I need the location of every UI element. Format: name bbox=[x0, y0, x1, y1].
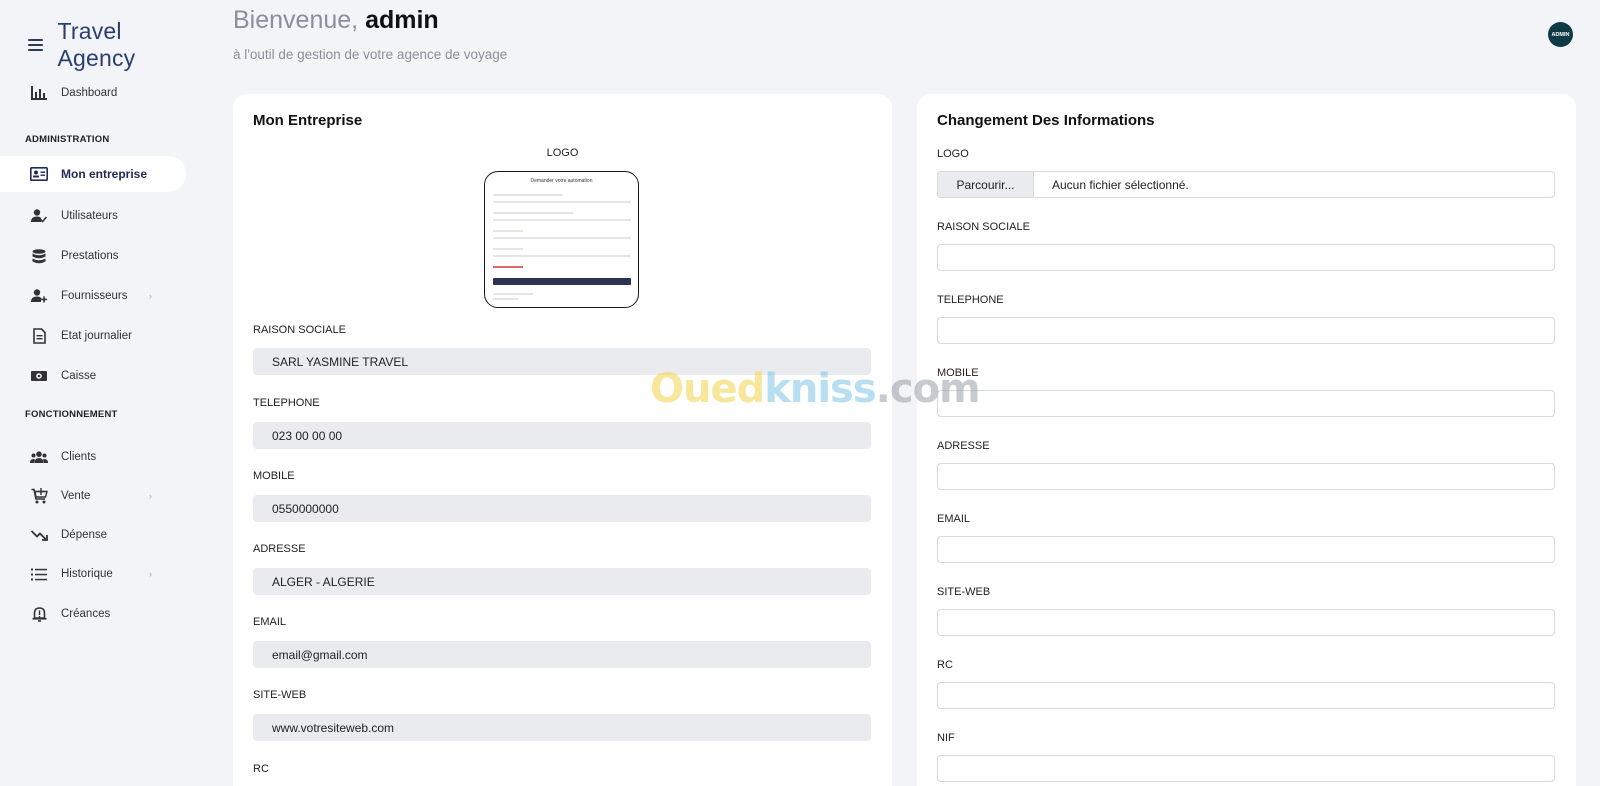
users-icon bbox=[30, 448, 48, 466]
mobile-value: 0550000000 bbox=[253, 495, 871, 522]
brand: Travel Agency bbox=[28, 18, 200, 72]
sidebar-item-label: Dashboard bbox=[61, 87, 118, 99]
watermark: Ouedkniss.com bbox=[650, 366, 981, 412]
sidebar: Travel Agency Dashboard ADMINISTRATION M… bbox=[0, 0, 200, 786]
alert-bell-icon bbox=[30, 605, 48, 623]
sidebar-item-label: Utilisateurs bbox=[61, 210, 118, 222]
company-info-card: Mon Entreprise LOGO Demander votre autom… bbox=[233, 94, 892, 786]
sidebar-item-vente[interactable]: Vente › bbox=[0, 478, 186, 514]
email-input[interactable] bbox=[937, 536, 1555, 563]
welcome-user: admin bbox=[365, 6, 439, 34]
telephone-value: 023 00 00 00 bbox=[253, 422, 871, 449]
field-label-telephone: TELEPHONE bbox=[253, 397, 320, 409]
cash-icon bbox=[30, 367, 48, 385]
rc-input[interactable] bbox=[937, 682, 1555, 709]
sidebar-item-utilisateurs[interactable]: Utilisateurs bbox=[0, 198, 186, 234]
site-web-input[interactable] bbox=[937, 609, 1555, 636]
field-label-logo: LOGO bbox=[937, 148, 969, 160]
sidebar-item-label: Dépense bbox=[61, 529, 108, 541]
file-status: Aucun fichier sélectionné. bbox=[1052, 177, 1189, 192]
trend-down-icon bbox=[30, 526, 48, 544]
logo-label: LOGO bbox=[546, 147, 579, 159]
field-label-email: EMAIL bbox=[253, 616, 287, 628]
chevron-right-icon: › bbox=[149, 491, 152, 501]
section-label-fonctionnement: FONCTIONNEMENT bbox=[25, 409, 118, 420]
document-icon bbox=[30, 327, 48, 345]
sidebar-item-dashboard[interactable]: Dashboard bbox=[0, 75, 186, 111]
email-value: email@gmail.com bbox=[253, 641, 871, 668]
sidebar-item-label: Caisse bbox=[61, 370, 97, 382]
edit-info-card: Changement Des Informations LOGO Parcour… bbox=[917, 94, 1576, 786]
raison-sociale-input[interactable] bbox=[937, 244, 1555, 271]
sidebar-item-creances[interactable]: Créances bbox=[0, 596, 186, 632]
chevron-right-icon: › bbox=[149, 291, 152, 301]
adresse-input[interactable] bbox=[937, 463, 1555, 490]
avatar[interactable]: ADMIN bbox=[1548, 22, 1573, 47]
welcome-heading: Bienvenue, admin bbox=[233, 6, 439, 35]
welcome-prefix: Bienvenue, bbox=[233, 6, 359, 34]
logo-preview-title: Demander votre automation bbox=[530, 178, 593, 184]
field-label-site-web: SITE-WEB bbox=[937, 586, 991, 598]
list-icon bbox=[30, 565, 48, 583]
user-plus-icon bbox=[30, 287, 48, 305]
hamburger-menu-icon[interactable] bbox=[28, 39, 44, 51]
sidebar-item-etat-journalier[interactable]: Etat journalier bbox=[0, 318, 186, 354]
sidebar-item-label: Clients bbox=[61, 451, 97, 463]
field-label-rc: RC bbox=[937, 659, 953, 671]
id-card-icon bbox=[30, 165, 48, 183]
sidebar-item-historique[interactable]: Historique › bbox=[0, 556, 186, 592]
database-icon bbox=[30, 247, 48, 265]
bar-chart-icon bbox=[30, 84, 48, 102]
field-label-nif: NIF bbox=[937, 732, 955, 744]
field-label-adresse: ADRESSE bbox=[937, 440, 990, 452]
field-label-site-web: SITE-WEB bbox=[253, 689, 307, 701]
telephone-input[interactable] bbox=[937, 317, 1555, 344]
logo-preview-image: Demander votre automation bbox=[484, 171, 639, 308]
field-label-mobile: MOBILE bbox=[253, 470, 295, 482]
field-label-raison-sociale: RAISON SOCIALE bbox=[253, 324, 346, 336]
sidebar-item-depense[interactable]: Dépense bbox=[0, 517, 186, 553]
sidebar-item-label: Mon entreprise bbox=[61, 167, 148, 181]
chevron-right-icon: › bbox=[149, 569, 152, 579]
sidebar-item-fournisseurs[interactable]: Fournisseurs › bbox=[0, 278, 186, 314]
nif-input[interactable] bbox=[937, 755, 1555, 782]
sidebar-item-label: Prestations bbox=[61, 250, 119, 262]
field-label-telephone: TELEPHONE bbox=[937, 294, 1004, 306]
user-check-icon bbox=[30, 207, 48, 225]
mobile-input[interactable] bbox=[937, 390, 1555, 417]
card-title: Changement Des Informations bbox=[937, 112, 1155, 129]
page-subtitle: à l'outil de gestion de votre agence de … bbox=[233, 47, 508, 62]
sidebar-item-prestations[interactable]: Prestations bbox=[0, 238, 186, 274]
sidebar-item-label: Etat journalier bbox=[61, 330, 132, 342]
cart-icon bbox=[30, 487, 48, 505]
browse-button[interactable]: Parcourir... bbox=[938, 172, 1034, 197]
sidebar-item-label: Fournisseurs bbox=[61, 290, 128, 302]
sidebar-item-label: Créances bbox=[61, 608, 111, 620]
section-label-administration: ADMINISTRATION bbox=[25, 134, 110, 145]
sidebar-item-label: Vente bbox=[61, 490, 91, 502]
sidebar-item-mon-entreprise[interactable]: Mon entreprise bbox=[0, 156, 186, 192]
adresse-value: ALGER - ALGERIE bbox=[253, 568, 871, 595]
card-title: Mon Entreprise bbox=[253, 112, 363, 129]
sidebar-item-caisse[interactable]: Caisse bbox=[0, 358, 186, 394]
app-title: Travel Agency bbox=[57, 18, 136, 71]
logo-file-input[interactable]: Parcourir... Aucun fichier sélectionné. bbox=[937, 171, 1555, 198]
sidebar-item-clients[interactable]: Clients bbox=[0, 439, 186, 475]
field-label-adresse: ADRESSE bbox=[253, 543, 306, 555]
field-label-email: EMAIL bbox=[937, 513, 971, 525]
site-web-value: www.votresiteweb.com bbox=[253, 714, 871, 741]
field-label-raison-sociale: RAISON SOCIALE bbox=[937, 221, 1030, 233]
field-label-rc: RC bbox=[253, 763, 269, 775]
sidebar-item-label: Historique bbox=[61, 568, 113, 580]
